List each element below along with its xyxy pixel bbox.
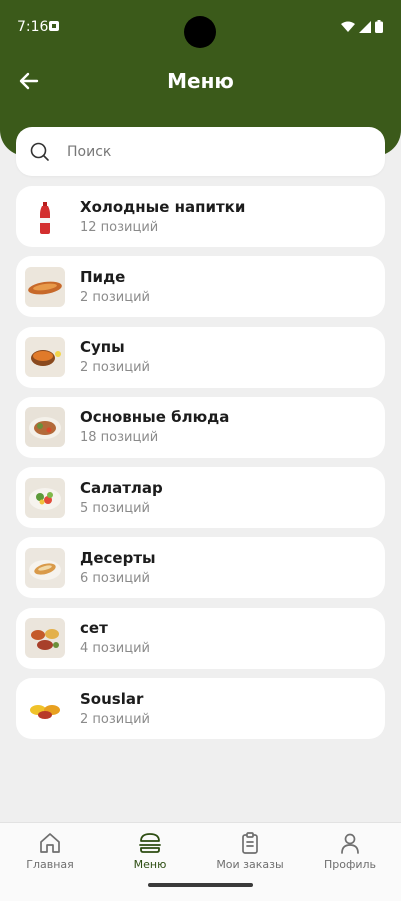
category-name: Десерты xyxy=(80,548,156,567)
category-card-pide[interactable]: Пиде 2 позиций xyxy=(16,256,385,318)
category-card-soups[interactable]: Супы 2 позиций xyxy=(16,326,385,388)
tab-profile[interactable]: Профиль xyxy=(300,831,400,871)
tab-label-home: Главная xyxy=(26,858,74,871)
tab-label-profile: Профиль xyxy=(323,858,377,871)
tab-orders[interactable]: Мои заказы xyxy=(200,831,300,871)
status-time: 7:16 xyxy=(17,19,49,35)
category-count: 18 позиций xyxy=(80,430,159,446)
category-card-sauces[interactable]: Souslar 2 позиций xyxy=(16,678,385,740)
sauces-thumbnail xyxy=(25,689,65,729)
set-thumbnail xyxy=(25,618,65,659)
search-input[interactable] xyxy=(65,142,349,161)
category-card-cold-drinks[interactable]: Холодные напитки 12 позиций xyxy=(16,186,385,247)
wifi-icon xyxy=(341,21,355,32)
camera-cutout xyxy=(184,16,216,48)
category-count: 4 позиций xyxy=(80,641,150,657)
category-count: 2 позиций xyxy=(80,360,150,376)
category-count: 12 позиций xyxy=(80,219,159,235)
category-card-desserts[interactable]: Десерты 6 позиций xyxy=(16,537,385,599)
status-bar: 7:16 xyxy=(0,0,401,52)
category-name: Холодные напитки xyxy=(80,197,246,216)
category-count: 2 позиций xyxy=(80,711,150,727)
category-name: Souslar xyxy=(80,689,144,708)
search-icon xyxy=(30,142,49,161)
clipboard-icon xyxy=(242,832,258,854)
category-name: Основные блюда xyxy=(80,408,230,427)
category-card-salads[interactable]: Салатлар 5 позиций xyxy=(16,467,385,529)
tab-menu[interactable]: Меню xyxy=(100,831,200,871)
battery-icon xyxy=(375,20,383,33)
signal-icon xyxy=(359,20,371,33)
category-count: 6 позиций xyxy=(80,570,150,586)
soup-thumbnail xyxy=(25,337,65,378)
pide-thumbnail xyxy=(25,266,65,307)
main-dish-thumbnail xyxy=(25,407,65,448)
category-name: Салатлар xyxy=(80,478,163,497)
dessert-thumbnail xyxy=(25,547,65,588)
tab-label-orders: Мои заказы xyxy=(216,858,284,871)
burger-icon xyxy=(139,833,161,853)
category-name: сет xyxy=(80,619,108,638)
bottom-tab-bar: Главная Меню Мои заказы Профиль xyxy=(0,822,401,901)
notification-icon xyxy=(49,21,59,31)
page-title: Меню xyxy=(167,69,234,93)
tab-label-menu: Меню xyxy=(133,858,167,871)
user-icon xyxy=(341,833,359,854)
category-count: 2 позиций xyxy=(80,289,150,305)
home-icon xyxy=(40,833,60,853)
home-indicator[interactable] xyxy=(148,883,253,887)
category-name: Пиде xyxy=(80,267,126,286)
cola-bottle-thumbnail xyxy=(25,197,65,237)
salad-thumbnail xyxy=(25,477,65,518)
category-list: Холодные напитки 12 позиций Пиде 2 позиц… xyxy=(16,186,385,748)
category-card-main-dishes[interactable]: Основные блюда 18 позиций xyxy=(16,396,385,458)
category-count: 5 позиций xyxy=(80,500,150,516)
category-name: Супы xyxy=(80,338,125,357)
category-card-set[interactable]: сет 4 позиций xyxy=(16,607,385,669)
tab-home[interactable]: Главная xyxy=(0,831,100,871)
search-bar[interactable] xyxy=(16,127,385,176)
